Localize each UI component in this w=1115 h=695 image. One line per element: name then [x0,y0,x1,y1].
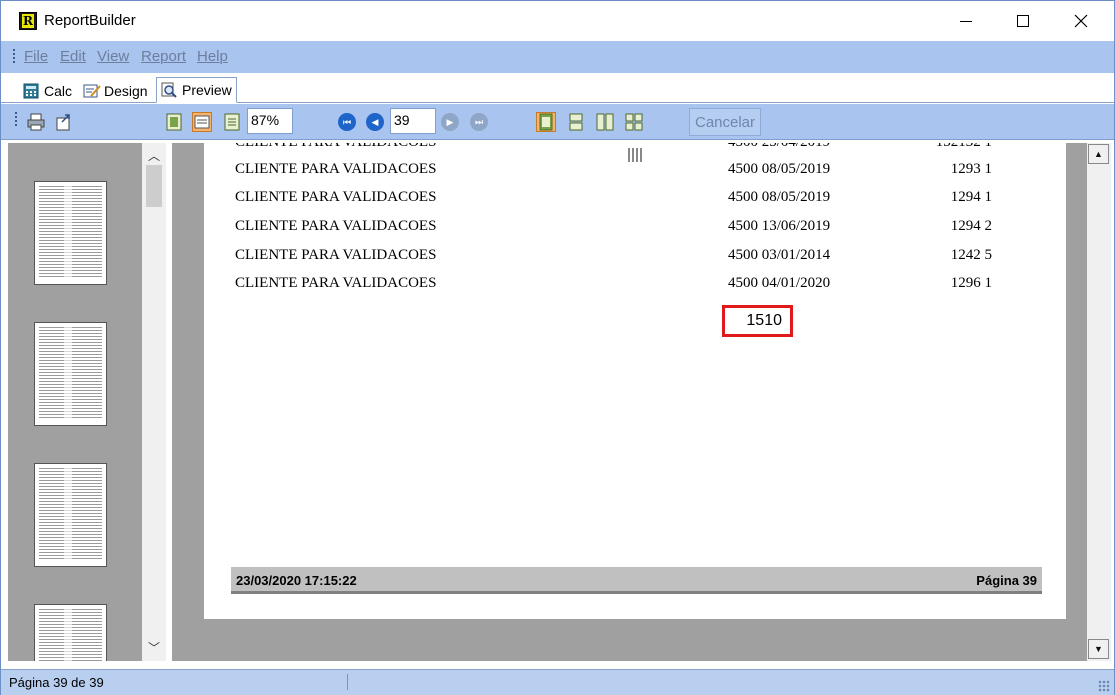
resize-grip-icon[interactable] [1098,680,1110,692]
next-page-button[interactable]: ▶ [441,113,459,131]
minimize-icon [960,20,972,22]
menu-bar: File Edit View Report Help [1,41,1114,73]
status-page-info: Página 39 de 39 [9,675,104,690]
page-thumbnail[interactable] [34,604,107,661]
menu-report[interactable]: Report [141,48,186,65]
whole-page-button[interactable] [164,112,184,132]
window-title: ReportBuilder [44,12,136,29]
print-button[interactable] [26,112,46,132]
tab-preview[interactable]: Preview [156,77,237,103]
page-number-input[interactable]: 39 [390,108,436,134]
preview-toolbar: ⏮ ◀ ▶ ⏭ [1,104,1114,140]
scroll-down-icon[interactable]: ﹀ [142,639,166,656]
title-bar: R ReportBuilder [1,1,1114,41]
export-icon [56,114,70,131]
toolbar-grip-icon[interactable] [15,112,18,128]
whole-page-icon [166,113,182,131]
two-page-button[interactable] [595,112,615,132]
page-thumbnail[interactable] [34,463,107,567]
maximize-icon [1017,15,1029,27]
next-page-icon: ▶ [446,116,454,127]
app-logo-icon: R [19,12,37,30]
footer-page-number: Página 39 [976,573,1037,588]
scroll-up-icon[interactable]: ▲ [1088,144,1109,164]
menu-edit[interactable]: Edit [60,48,86,65]
table-row: CLIENTE PARA VALIDACOES 4500 13/06/2019 … [235,218,992,234]
table-row: CLIENTE PARA VALIDACOES 4500 08/05/2019 … [235,189,992,205]
export-button[interactable] [54,112,74,132]
menu-grip-icon[interactable] [13,49,16,65]
tab-design-label: Design [104,82,148,99]
single-page-icon [539,113,553,131]
report-footer: 23/03/2020 17:15:22 Página 39 [231,567,1042,594]
multi-page-button[interactable] [624,112,644,132]
hundred-percent-button[interactable] [222,112,242,132]
scroll-up-icon[interactable]: ︿ [142,147,166,164]
menu-view[interactable]: View [97,48,129,65]
first-page-icon: ⏮ [342,116,352,127]
table-row: CLIENTE PARA VALIDACOES 4500 03/01/2014 … [235,247,992,263]
single-page-button[interactable] [536,112,556,132]
thumbnail-scrollbar[interactable]: ︿ ﹀ [142,143,166,661]
design-icon [83,83,101,99]
scroll-thumb[interactable] [146,165,162,207]
continuous-page-button[interactable] [566,112,586,132]
page-thumbnail[interactable] [34,181,107,285]
tab-calc-label: Calc [44,82,73,99]
hundred-percent-icon [224,113,240,131]
page-width-button[interactable] [192,112,212,132]
status-divider [347,674,348,690]
two-page-icon [596,113,614,131]
calc-icon [23,83,39,99]
report-preview-pane: CLIENTE PARA VALIDACOES 4500 25/04/2019 … [172,143,1087,661]
preview-scrollbar[interactable]: ▲ ▼ [1087,143,1111,661]
printer-icon [27,113,45,131]
page-width-icon [194,115,210,129]
last-page-icon: ⏭ [474,116,484,127]
preview-icon [161,82,177,98]
last-page-button[interactable]: ⏭ [470,113,488,131]
first-page-button[interactable]: ⏮ [338,113,356,131]
prior-page-button[interactable]: ◀ [366,113,384,131]
total-value-highlight: 1510 [722,305,793,337]
table-row: CLIENTE PARA VALIDACOES 4500 08/05/2019 … [235,161,992,177]
multi-page-icon [625,113,643,131]
table-row: CLIENTE PARA VALIDACOES 4500 04/01/2020 … [235,275,992,291]
status-bar: Página 39 de 39 [1,669,1114,695]
footer-datetime: 23/03/2020 17:15:22 [236,573,357,588]
cancel-button[interactable]: Cancelar [689,108,761,136]
close-icon [1074,14,1088,28]
menu-file[interactable]: File [24,48,48,65]
prior-page-icon: ◀ [371,116,379,127]
tab-preview-label: Preview [182,82,232,98]
minimize-button[interactable] [937,1,995,41]
tab-bar: Calc Design Preview [1,73,1114,103]
report-page: CLIENTE PARA VALIDACOES 4500 25/04/2019 … [204,143,1066,619]
menu-help[interactable]: Help [197,48,228,65]
page-thumbnail[interactable] [34,322,107,426]
report-builder-window: R ReportBuilder File Edit View Report He… [0,0,1115,695]
close-button[interactable] [1052,1,1110,41]
maximize-button[interactable] [994,1,1052,41]
tab-design[interactable]: Design [79,78,152,103]
zoom-input[interactable]: 87% [247,108,293,134]
continuous-page-icon [569,113,583,131]
scroll-down-icon[interactable]: ▼ [1088,639,1109,659]
table-row: CLIENTE PARA VALIDACOES 4500 25/04/2019 … [204,143,1066,154]
tab-calc[interactable]: Calc [19,78,76,103]
